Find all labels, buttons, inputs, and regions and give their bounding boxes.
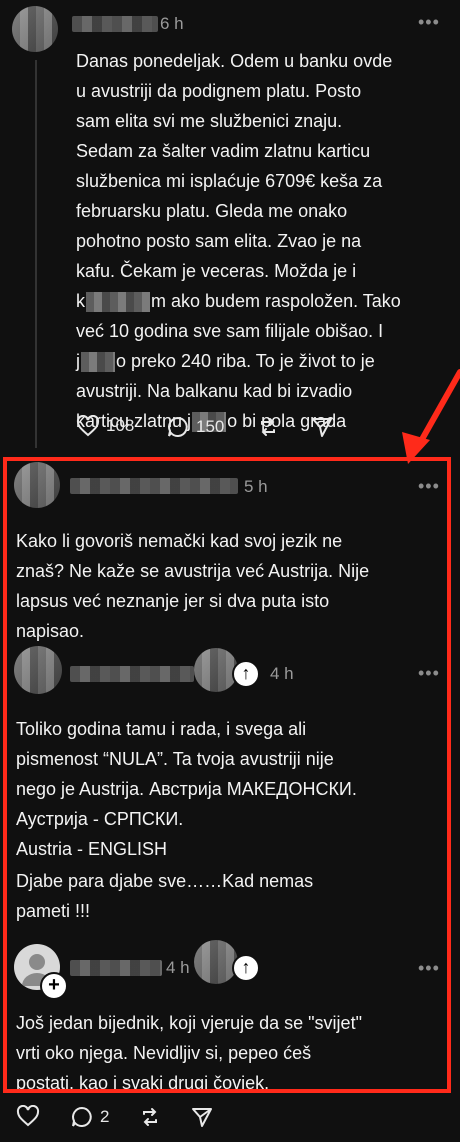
reply3-tagged-avatar[interactable] bbox=[194, 940, 238, 984]
post-body: Danas ponedeljak. Odem u banku ovde u av… bbox=[76, 46, 456, 436]
repost-icon bbox=[143, 1108, 157, 1126]
post-like-button[interactable]: 108 bbox=[76, 415, 134, 437]
censor-block bbox=[81, 352, 115, 373]
post-line: jo preko 240 riba. To je život to je bbox=[76, 351, 375, 373]
send-icon bbox=[312, 418, 332, 437]
post-line: sam elita svi me službenici znaju. bbox=[76, 111, 343, 131]
post-more-options-icon[interactable]: ••• bbox=[418, 12, 440, 33]
post-line: februarsku platu. Gleda me onako bbox=[76, 201, 348, 221]
post-share-button[interactable] bbox=[310, 415, 334, 439]
reply3-body: Još jedan bijednik, koji vjeruje da se "… bbox=[16, 1013, 362, 1093]
reply-repost-button[interactable] bbox=[138, 1105, 162, 1129]
reply1-author-username[interactable] bbox=[70, 478, 238, 494]
reply2-author-username[interactable] bbox=[70, 666, 194, 682]
post-like-count: 108 bbox=[106, 416, 135, 435]
post-line: u avustriji da podignem platu. Posto bbox=[76, 81, 362, 101]
comment-icon bbox=[168, 416, 188, 437]
reply1-timestamp: 5 h bbox=[244, 477, 268, 496]
post-repost-button[interactable] bbox=[256, 415, 280, 439]
reply2-timestamp: 4 h bbox=[270, 664, 294, 683]
post-comment-count: 150 bbox=[196, 417, 225, 436]
heart-icon bbox=[16, 1105, 40, 1127]
post-line: Sedam za šalter vadim zlatnu karticu bbox=[76, 141, 371, 161]
reply2-author-avatar[interactable] bbox=[14, 646, 62, 694]
reply2-more-options-icon[interactable]: ••• bbox=[418, 663, 440, 684]
reply3-timestamp: 4 h bbox=[166, 958, 190, 977]
post-line: km ako budem raspoložen. Tako bbox=[76, 291, 401, 313]
post-line: već 10 godina sve sam filijale obišao. I bbox=[76, 321, 384, 341]
comment-icon bbox=[72, 1106, 92, 1127]
post-comment-button[interactable]: 150 bbox=[166, 415, 224, 439]
post-author-avatar[interactable] bbox=[12, 6, 58, 52]
censor-block bbox=[86, 292, 150, 313]
reply1-more-options-icon[interactable]: ••• bbox=[418, 476, 440, 497]
post-line: pohotno posto sam elita. Zvao je na bbox=[76, 231, 362, 251]
heart-icon bbox=[76, 415, 100, 437]
reply1-author-avatar[interactable] bbox=[14, 462, 60, 508]
post-line: kafu. Čekam je veceras. Možda je i bbox=[76, 261, 357, 281]
reply-share-button[interactable] bbox=[190, 1105, 214, 1129]
reply3-author-username[interactable] bbox=[70, 960, 162, 976]
post-line: službenica mi isplaćuje 6709€ keša za bbox=[76, 171, 383, 191]
reply3-more-options-icon[interactable]: ••• bbox=[418, 958, 440, 979]
post-timestamp: 6 h bbox=[160, 14, 184, 33]
reply2-body-continued: Djabe para djabe sve……Kad nemas pameti !… bbox=[16, 871, 314, 921]
reply-comment-count: 2 bbox=[100, 1107, 110, 1126]
reply-comment-button[interactable]: 2 bbox=[70, 1105, 109, 1129]
follow-badge[interactable]: ↑ bbox=[232, 660, 260, 688]
reply-like-button[interactable] bbox=[16, 1105, 40, 1127]
post-line: avustriji. Na balkanu kad bi izvadio bbox=[76, 381, 353, 401]
reply2-body: Toliko godina tamu i rada, i svega ali p… bbox=[16, 719, 357, 859]
send-icon bbox=[192, 1108, 212, 1127]
thread-connector-line bbox=[35, 60, 37, 448]
repost-icon bbox=[261, 418, 275, 436]
follow-badge[interactable]: ↑ bbox=[232, 954, 260, 982]
post-line: Danas ponedeljak. Odem u banku ovde bbox=[76, 51, 393, 71]
reply3-follow-button[interactable]: + bbox=[40, 972, 68, 1000]
reply1-body: Kako li govoriš nemački kad svoj jezik n… bbox=[16, 531, 370, 641]
post-author-username[interactable] bbox=[72, 16, 158, 32]
